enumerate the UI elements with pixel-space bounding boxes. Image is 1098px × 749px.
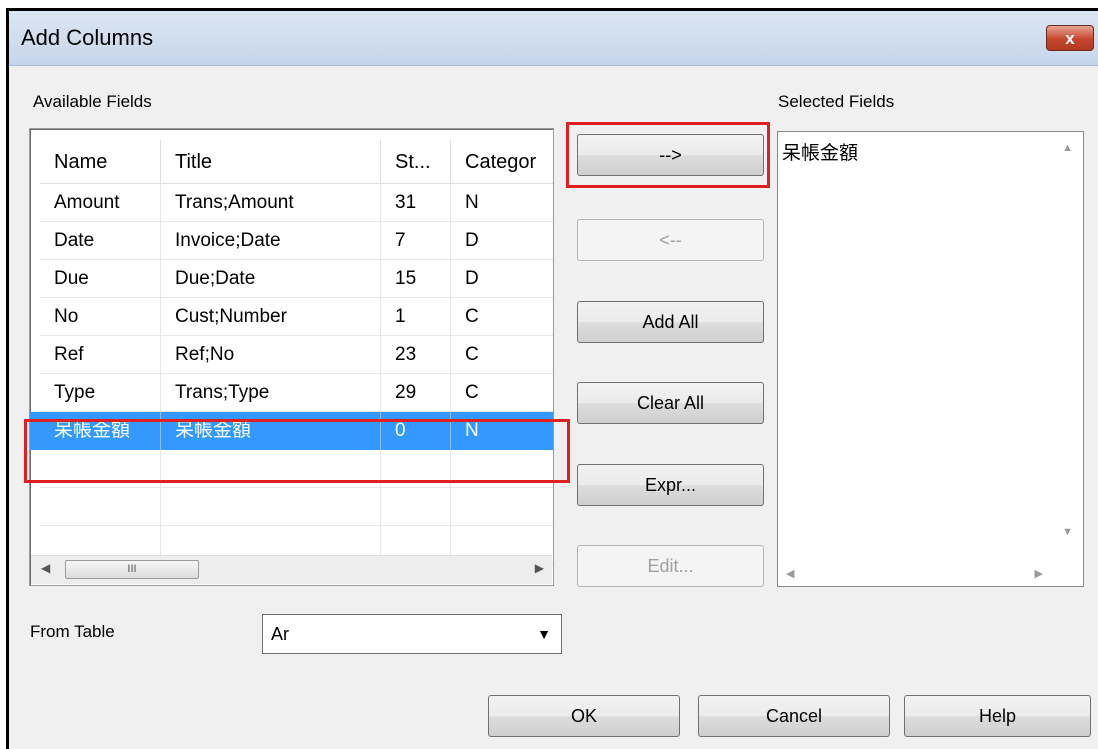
cell-title: Cust;Number <box>161 298 381 336</box>
expr-button[interactable]: Expr... <box>577 464 764 506</box>
scroll-up-icon[interactable]: ▲ <box>1062 142 1073 154</box>
column-header-name[interactable]: Name <box>40 140 161 184</box>
cell-st: 31 <box>381 184 451 222</box>
cell-st <box>381 488 451 526</box>
available-fields-label: Available Fields <box>33 92 152 111</box>
scrollbar-thumb[interactable]: III <box>65 560 199 579</box>
cell-title: Invoice;Date <box>161 222 381 260</box>
cell-name: Ref <box>40 336 161 374</box>
add-all-button[interactable]: Add All <box>577 301 764 343</box>
column-header-title[interactable]: Title <box>161 140 381 184</box>
cell-category <box>451 488 553 526</box>
scroll-down-icon[interactable]: ▼ <box>1062 526 1073 538</box>
cell-st: 0 <box>381 412 451 450</box>
scroll-left-icon[interactable]: ◀ <box>41 561 50 575</box>
cell-name: Type <box>40 374 161 412</box>
cell-title: Due;Date <box>161 260 381 298</box>
help-button[interactable]: Help <box>904 695 1091 737</box>
cell-name <box>40 488 161 526</box>
cell-title: Trans;Type <box>161 374 381 412</box>
cell-category: C <box>451 374 553 412</box>
table-row[interactable]: No Cust;Number 1 C <box>30 298 553 336</box>
cell-name: Due <box>40 260 161 298</box>
cell-title: Ref;No <box>161 336 381 374</box>
table-row[interactable]: 呆帳金額 呆帳金額 0 N <box>30 412 553 450</box>
table-row[interactable]: Date Invoice;Date 7 D <box>30 222 553 260</box>
available-fields-list[interactable]: Name Title St... Categor Amount Trans;Amo… <box>29 128 554 586</box>
cell-name: 呆帳金額 <box>40 412 161 450</box>
cell-category: C <box>451 298 553 336</box>
table-row[interactable]: Due Due;Date 15 D <box>30 260 553 298</box>
table-row[interactable]: Ref Ref;No 23 C <box>30 336 553 374</box>
edit-button[interactable]: Edit... <box>577 545 764 587</box>
from-table-value: Ar <box>271 624 289 644</box>
cell-st: 7 <box>381 222 451 260</box>
cell-st: 29 <box>381 374 451 412</box>
cancel-button[interactable]: Cancel <box>698 695 890 737</box>
list-item[interactable]: 呆帳金額 <box>782 138 858 165</box>
column-header-st[interactable]: St... <box>381 140 451 184</box>
cell-category <box>451 450 553 488</box>
cell-st: 15 <box>381 260 451 298</box>
hscroll-left-icon[interactable]: ◀ <box>786 567 794 580</box>
empty-table-row[interactable] <box>30 488 553 526</box>
window-title: Add Columns <box>21 25 154 50</box>
cell-name <box>40 450 161 488</box>
cell-st <box>381 450 451 488</box>
cell-category: D <box>451 260 553 298</box>
cell-st: 23 <box>381 336 451 374</box>
cell-st: 1 <box>381 298 451 336</box>
cell-title <box>161 488 381 526</box>
table-row[interactable]: Type Trans;Type 29 C <box>30 374 553 412</box>
cell-category: N <box>451 412 553 450</box>
cell-name: No <box>40 298 161 336</box>
horizontal-scrollbar[interactable]: ◀ III ▶ <box>31 555 552 584</box>
ok-button[interactable]: OK <box>488 695 680 737</box>
empty-table-row[interactable] <box>30 450 553 488</box>
cell-title: 呆帳金額 <box>161 412 381 450</box>
table-row[interactable]: Amount Trans;Amount 31 N <box>30 184 553 222</box>
chevron-down-icon[interactable]: ▼ <box>537 615 551 653</box>
selected-fields-label: Selected Fields <box>778 92 895 111</box>
title-bar: Add Columns x <box>9 11 1098 66</box>
cell-category: C <box>451 336 553 374</box>
selected-fields-list[interactable]: 呆帳金額 ▲ ▼ ◀ ▶ <box>777 131 1084 587</box>
cell-category: D <box>451 222 553 260</box>
column-header-category[interactable]: Categor <box>451 140 553 184</box>
from-table-select[interactable]: Ar ▼ <box>262 614 562 654</box>
cell-category: N <box>451 184 553 222</box>
cell-name: Date <box>40 222 161 260</box>
from-table-label: From Table <box>30 622 115 641</box>
cell-title <box>161 450 381 488</box>
clear-all-button[interactable]: Clear All <box>577 382 764 424</box>
scroll-right-icon[interactable]: ▶ <box>535 561 544 575</box>
cell-name: Amount <box>40 184 161 222</box>
cell-title: Trans;Amount <box>161 184 381 222</box>
hscroll-right-icon[interactable]: ▶ <box>1035 567 1043 580</box>
close-icon[interactable]: x <box>1046 25 1094 51</box>
remove-field-button[interactable]: <-- <box>577 219 764 261</box>
add-field-button[interactable]: --> <box>577 134 764 176</box>
list-header: Name Title St... Categor <box>30 140 553 184</box>
